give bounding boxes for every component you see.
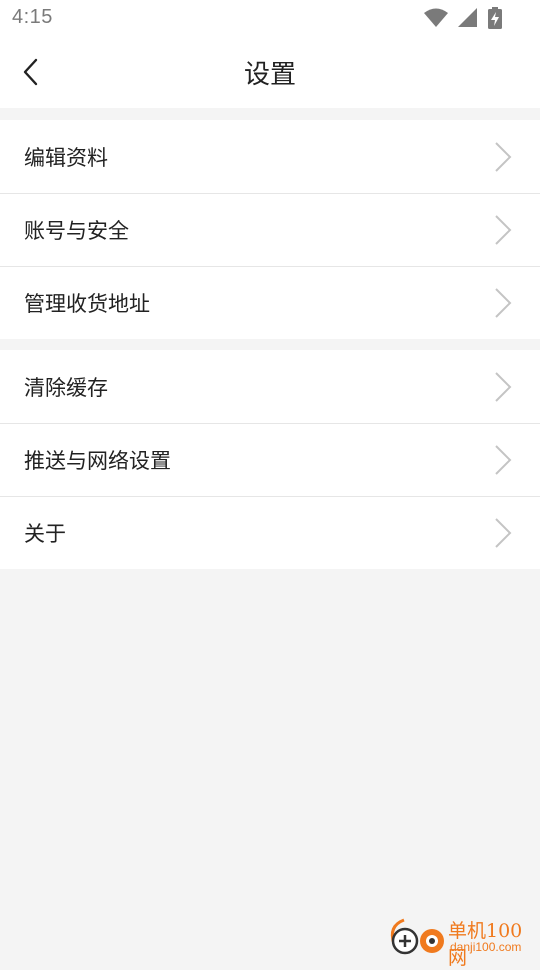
settings-item-label: 关于 [24,518,66,548]
settings-item-push-network[interactable]: 推送与网络设置 [0,423,540,496]
settings-item-about[interactable]: 关于 [0,496,540,569]
chevron-right-icon [494,372,512,402]
settings-item-label: 推送与网络设置 [24,445,171,475]
settings-item-edit-profile[interactable]: 编辑资料 [0,120,540,193]
chevron-right-icon [494,288,512,318]
settings-item-label: 管理收货地址 [24,288,150,318]
chevron-right-icon [494,142,512,172]
battery-charging-icon [488,7,502,29]
status-icons [424,7,502,29]
watermark: 单机100网 danji100.com [386,914,536,958]
watermark-domain: danji100.com [450,940,521,954]
chevron-right-icon [494,445,512,475]
status-time: 4:15 [12,6,53,29]
chevron-right-icon [494,518,512,548]
page-title: 设置 [0,54,540,91]
settings-item-manage-address[interactable]: 管理收货地址 [0,266,540,339]
settings-item-label: 编辑资料 [24,142,108,172]
settings-item-label: 账号与安全 [24,215,129,245]
settings-item-account-security[interactable]: 账号与安全 [0,193,540,266]
status-bar: 4:15 [0,0,540,36]
settings-item-clear-cache[interactable]: 清除缓存 [0,350,540,423]
settings-item-label: 清除缓存 [24,372,108,402]
wifi-icon [424,8,448,28]
chevron-right-icon [494,215,512,245]
app-header: 设置 [0,36,540,108]
watermark-logo-icon [386,914,450,958]
settings-group-general: 清除缓存 推送与网络设置 关于 [0,350,540,569]
settings-group-account: 编辑资料 账号与安全 管理收货地址 [0,120,540,339]
signal-icon [458,8,478,28]
